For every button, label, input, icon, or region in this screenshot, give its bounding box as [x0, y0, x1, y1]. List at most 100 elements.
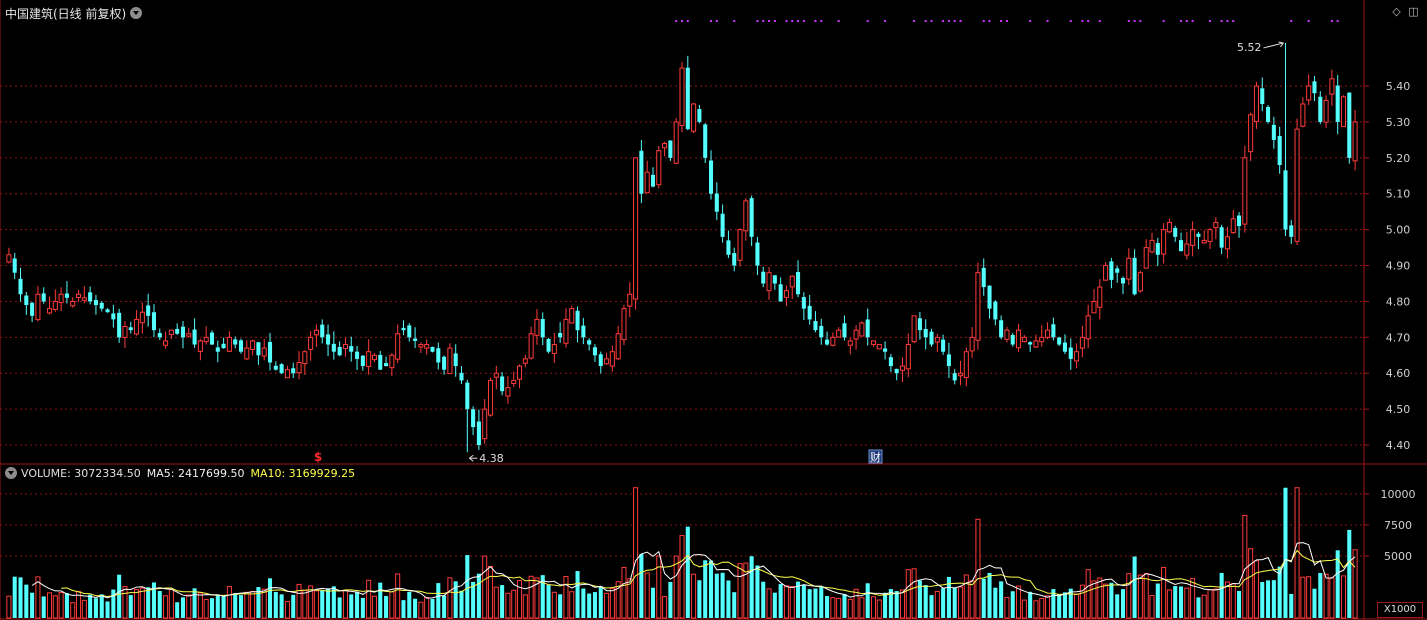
volume-bar-up [1143, 572, 1149, 619]
candle-body-down [157, 333, 162, 338]
candle [691, 102, 697, 134]
volume-bar-down [1120, 589, 1126, 618]
candle [609, 345, 615, 372]
candle-body-down [703, 124, 708, 158]
candle [407, 323, 412, 342]
volume-bar-up [505, 592, 511, 619]
volume-bar-up [493, 586, 499, 619]
volume-bars-layer [6, 487, 1358, 619]
candle-body-up [1137, 272, 1143, 292]
signal-dot [953, 20, 956, 22]
volume-bar-down [436, 583, 441, 618]
volume-bar-down [337, 597, 342, 618]
volume-bar-up [70, 602, 76, 619]
volume-bar-down [1283, 487, 1288, 618]
candle-body-down [813, 321, 818, 331]
candle [1097, 279, 1103, 320]
volume-bar-down [801, 584, 806, 618]
candle-body-down [540, 319, 545, 338]
volume-bar-down [1155, 583, 1160, 618]
volume-bar-up [302, 589, 308, 619]
volume-bar-down [209, 598, 215, 618]
candle [401, 320, 406, 336]
candle [1260, 77, 1265, 112]
candle [639, 140, 644, 204]
volume-bar-up [203, 599, 209, 619]
candle [1051, 317, 1056, 341]
volume-bar-down [1173, 586, 1178, 618]
signal-dot [1087, 20, 1090, 22]
volume-bar-up [836, 597, 842, 619]
signal-dot [785, 20, 788, 22]
price-tick-label: 5.00 [1386, 224, 1411, 237]
candle [482, 399, 488, 444]
volume-bar-up [395, 573, 401, 619]
candle [58, 287, 64, 312]
chevron-down-icon[interactable] [5, 467, 17, 479]
candle [186, 327, 192, 338]
candle-body-up [522, 358, 528, 364]
candle-body-down [1277, 135, 1282, 166]
volume-bar-up [6, 595, 12, 619]
candle-body-down [24, 295, 29, 306]
candle-body-up [569, 308, 575, 324]
candle [180, 320, 186, 349]
volume-bar-up [1352, 549, 1358, 619]
candle [952, 369, 957, 385]
volume-bar-up [934, 590, 940, 619]
signal-dot [814, 20, 817, 22]
candle-body-up [766, 272, 772, 292]
candle-body-up [52, 300, 58, 310]
candle [215, 340, 220, 363]
price-tick-label: 4.60 [1386, 367, 1411, 380]
volume-bar-down [1109, 582, 1114, 618]
volume-bar-up [1161, 566, 1167, 619]
candle-body-up [604, 358, 610, 365]
candle-body-up [395, 333, 401, 360]
candle [111, 304, 116, 328]
candle-body-up [1004, 329, 1010, 340]
candle [969, 327, 975, 358]
volume-bar-down [813, 588, 818, 618]
candle-body-up [1161, 229, 1167, 255]
candle-body-up [482, 408, 488, 440]
volume-bar-up [528, 575, 534, 619]
volume-bar-up [1021, 599, 1027, 619]
candle [627, 282, 633, 318]
candle-body-up [551, 344, 557, 354]
candle-body-up [168, 329, 174, 335]
candle [1312, 76, 1317, 102]
signal-dot [959, 20, 962, 22]
candle [1237, 212, 1242, 238]
candle [772, 274, 777, 290]
candle-body-up [899, 365, 906, 371]
volume-bar-down [320, 590, 325, 618]
signal-dot [1180, 20, 1183, 22]
candle-body-up [308, 336, 314, 350]
candle-body-down [221, 343, 226, 349]
volume-bar-up [1137, 574, 1143, 619]
candle-body-down [192, 329, 197, 345]
candle-body-down [64, 293, 69, 298]
volume-bar-up [737, 563, 743, 619]
volume-bar-down [650, 587, 656, 618]
volume-bar-up [487, 566, 494, 619]
price-chart-svg[interactable]: 4.40 4.50 4.60 4.70 4.80 4.90 5.00 5.10 5.20 5.30… [0, 0, 1427, 620]
volume-bar-down [598, 586, 603, 618]
candle-body-down [459, 372, 464, 381]
candle [1010, 333, 1015, 347]
candle-body-up [46, 308, 53, 314]
candle-body-down [291, 368, 296, 374]
candle [1329, 69, 1335, 106]
candle-body-up [1294, 128, 1300, 242]
candle-body-down [117, 312, 122, 338]
volume-bar-down [355, 591, 360, 618]
candle-body-down [546, 339, 551, 352]
signal-dot [733, 20, 736, 22]
candle [273, 361, 278, 371]
signal-dot [1220, 20, 1223, 22]
candle [1196, 231, 1201, 250]
candle-body-down [1196, 233, 1201, 237]
volume-bar-up [905, 569, 911, 619]
volume-bar-down [761, 581, 766, 618]
